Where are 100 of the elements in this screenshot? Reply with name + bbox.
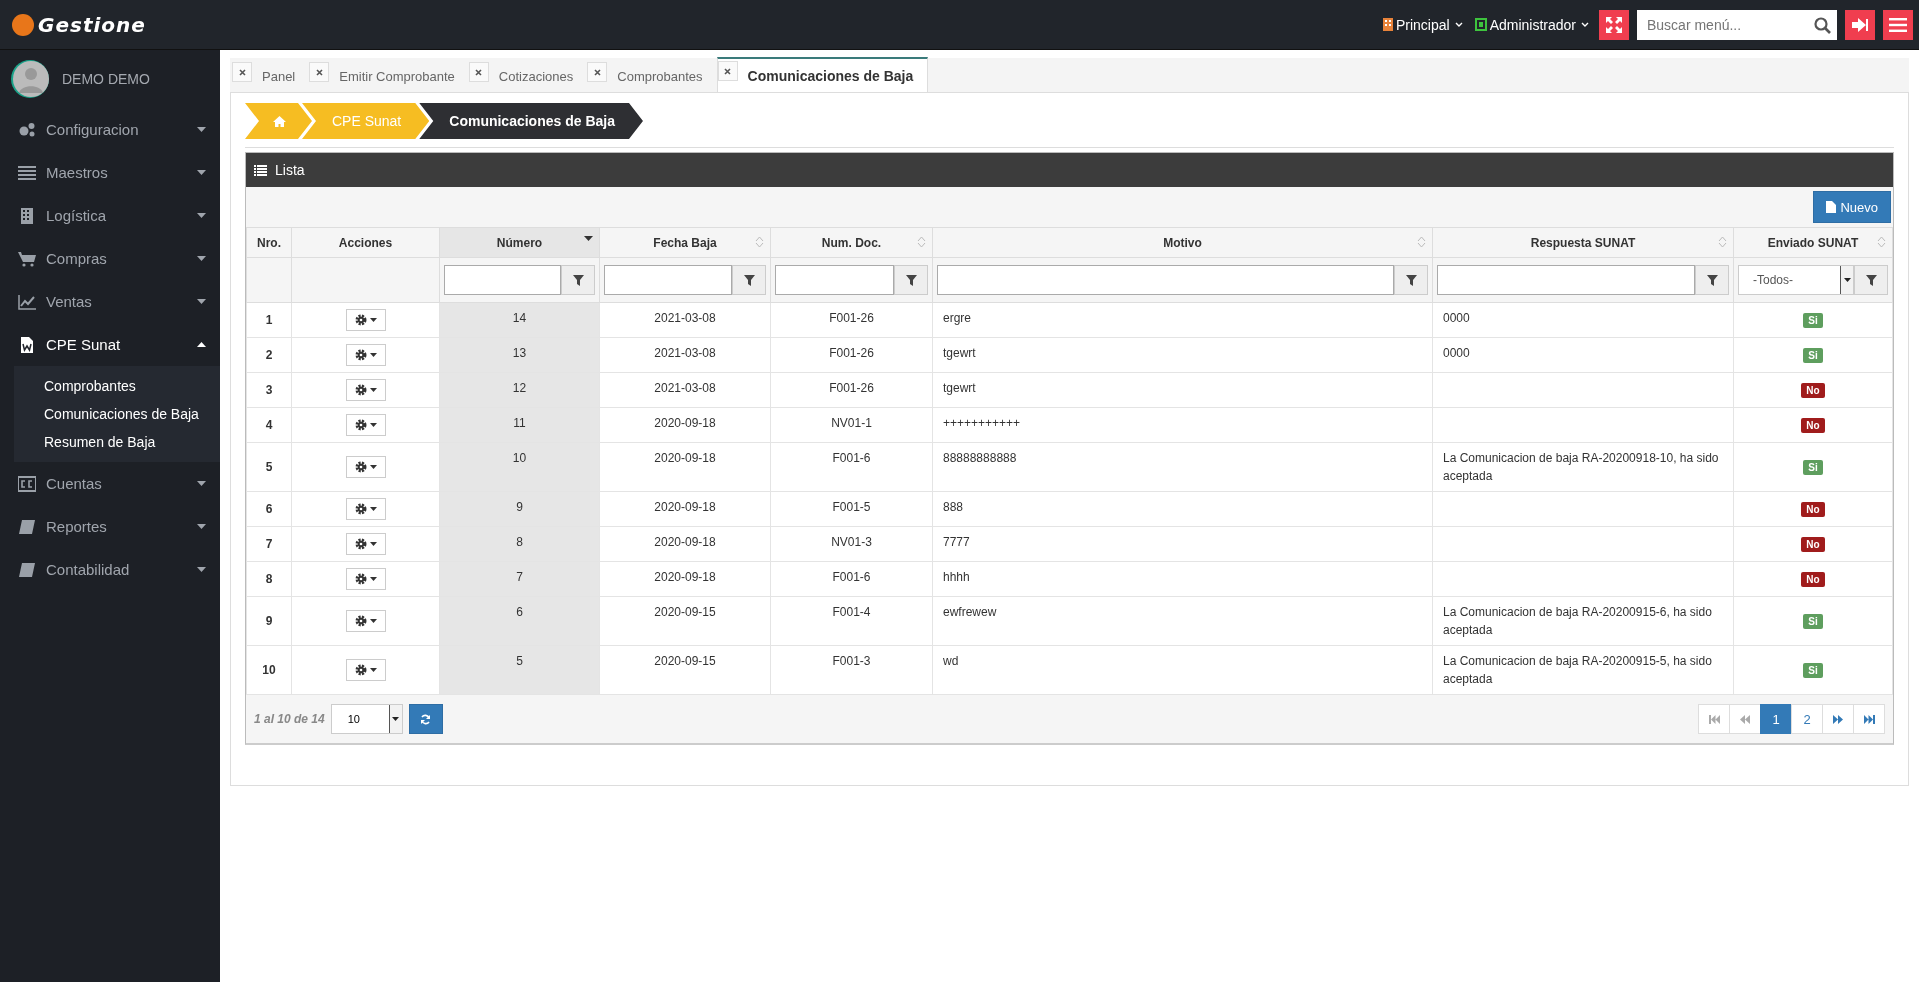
gears-icon — [18, 121, 36, 138]
table-cell: 7 — [246, 526, 292, 562]
filter-input[interactable] — [937, 265, 1394, 295]
column-header[interactable]: Enviado SUNAT — [1733, 227, 1893, 258]
table-cell: 2021-03-08 — [599, 337, 771, 373]
sidebar-item[interactable]: CPE Sunat — [0, 323, 220, 366]
branch-menu[interactable]: Principal — [1380, 16, 1465, 33]
tab[interactable]: Comprobantes — [587, 60, 717, 92]
actions-button[interactable] — [345, 456, 386, 478]
close-icon[interactable] — [309, 62, 330, 82]
table-cell: tgewrt — [932, 337, 1433, 373]
column-header[interactable]: Respuesta SUNAT — [1432, 227, 1734, 258]
sidebar-item[interactable]: Configuracion — [0, 108, 220, 151]
next-page-button[interactable] — [1822, 704, 1854, 734]
table-cell: +++++++++++ — [932, 407, 1433, 443]
column-header[interactable]: Fecha Baja — [599, 227, 771, 258]
breadcrumb-item[interactable]: Comunicaciones de Baja — [419, 103, 643, 139]
close-icon[interactable] — [468, 62, 489, 82]
filter-button[interactable] — [1854, 265, 1888, 295]
filter-dropdown[interactable]: -Todos- — [1738, 265, 1854, 295]
filter-button[interactable] — [561, 265, 595, 295]
table-cell: F001-6 — [770, 442, 933, 492]
filter-input[interactable] — [604, 265, 732, 295]
tab[interactable]: Emitir Comprobante — [309, 60, 469, 92]
actions-button[interactable] — [345, 498, 386, 520]
filter-button[interactable] — [1394, 265, 1428, 295]
panel-title: Lista — [275, 162, 305, 178]
tab[interactable]: Panel — [232, 60, 310, 92]
actions-button[interactable] — [345, 610, 386, 632]
table-cell: 6 — [246, 491, 292, 527]
column-header[interactable]: Nro. — [246, 227, 292, 258]
sidebar-item[interactable]: Maestros — [0, 151, 220, 194]
gear-icon — [354, 349, 367, 361]
filter-button[interactable] — [1695, 265, 1729, 295]
actions-button[interactable] — [345, 379, 386, 401]
new-button[interactable]: Nuevo — [1813, 191, 1891, 223]
gear-icon — [354, 503, 367, 515]
refresh-button[interactable] — [408, 704, 443, 734]
submenu-item[interactable]: Comunicaciones de Baja — [0, 400, 220, 428]
sidebar-item[interactable]: Cuentas — [0, 462, 220, 505]
sidebar-item[interactable]: Logística — [0, 194, 220, 237]
table-cell: 5 — [439, 645, 600, 695]
column-header[interactable]: Num. Doc. — [770, 227, 933, 258]
last-page-icon — [1863, 714, 1875, 724]
building-icon — [18, 207, 36, 224]
gear-icon — [354, 419, 367, 431]
table-cell: La Comunicacion de baja RA-20200915-5, ha sido aceptada — [1432, 645, 1734, 695]
sidebar-item[interactable]: Ventas — [0, 280, 220, 323]
actions-button[interactable] — [345, 309, 386, 331]
close-icon[interactable] — [232, 62, 252, 82]
close-icon[interactable] — [587, 62, 608, 82]
previous-page-button[interactable] — [1729, 704, 1761, 734]
filter-input[interactable] — [1437, 265, 1695, 295]
filter-input[interactable] — [775, 265, 894, 295]
table-cell: 2020-09-18 — [599, 407, 771, 443]
column-header[interactable]: Motivo — [932, 227, 1433, 258]
filter-input[interactable] — [444, 265, 561, 295]
page-size-dropdown[interactable]: 10 — [330, 704, 403, 734]
filter-icon — [572, 274, 584, 286]
actions-button[interactable] — [345, 568, 386, 590]
table-cell: F001-3 — [770, 645, 933, 695]
filter-button[interactable] — [894, 265, 928, 295]
tab[interactable]: Comunicaciones de Baja — [716, 57, 929, 92]
submenu-item[interactable]: Resumen de Baja — [0, 428, 220, 456]
page-button[interactable]: 1 — [1760, 704, 1792, 734]
menu-button[interactable] — [1883, 9, 1913, 40]
sidebar-item[interactable]: Contabilidad — [0, 548, 220, 591]
tab[interactable]: Cotizaciones — [468, 60, 588, 92]
status-badge: Si — [1803, 312, 1823, 328]
close-icon[interactable] — [717, 61, 738, 81]
caret-icon — [197, 213, 206, 218]
column-header[interactable]: Número — [439, 227, 600, 258]
actions-button[interactable] — [345, 344, 386, 366]
table-cell: 4 — [246, 407, 292, 443]
actions-button[interactable] — [345, 533, 386, 555]
caret-icon — [369, 668, 377, 672]
actions-button[interactable] — [345, 414, 386, 436]
actions-button[interactable] — [345, 659, 386, 681]
sort-icon — [1718, 236, 1727, 248]
sidebar-item[interactable]: Compras — [0, 237, 220, 280]
caret-icon — [369, 423, 377, 427]
fullscreen-button[interactable] — [1599, 9, 1629, 40]
search-field[interactable]: Buscar menú... — [1637, 9, 1837, 40]
table-cell: 0000 — [1432, 302, 1734, 338]
file-icon — [1826, 201, 1837, 213]
submenu-item[interactable]: Comprobantes — [0, 372, 220, 400]
search-icon — [1814, 16, 1831, 34]
fast-forward-icon — [1833, 714, 1843, 724]
user-menu[interactable]: Administrador — [1472, 16, 1591, 33]
status-badge: No — [1801, 417, 1825, 433]
last-page-button[interactable] — [1853, 704, 1885, 734]
column-header[interactable]: Acciones — [291, 227, 440, 258]
caret-icon — [197, 170, 206, 175]
filter-button[interactable] — [732, 265, 766, 295]
page-button[interactable]: 2 — [1791, 704, 1823, 734]
sidebar-item[interactable]: Reportes — [0, 505, 220, 548]
logout-button[interactable] — [1845, 9, 1875, 40]
table-cell: 2020-09-15 — [599, 645, 771, 695]
table-cell: F001-6 — [770, 561, 933, 597]
logo-icon — [12, 13, 34, 36]
